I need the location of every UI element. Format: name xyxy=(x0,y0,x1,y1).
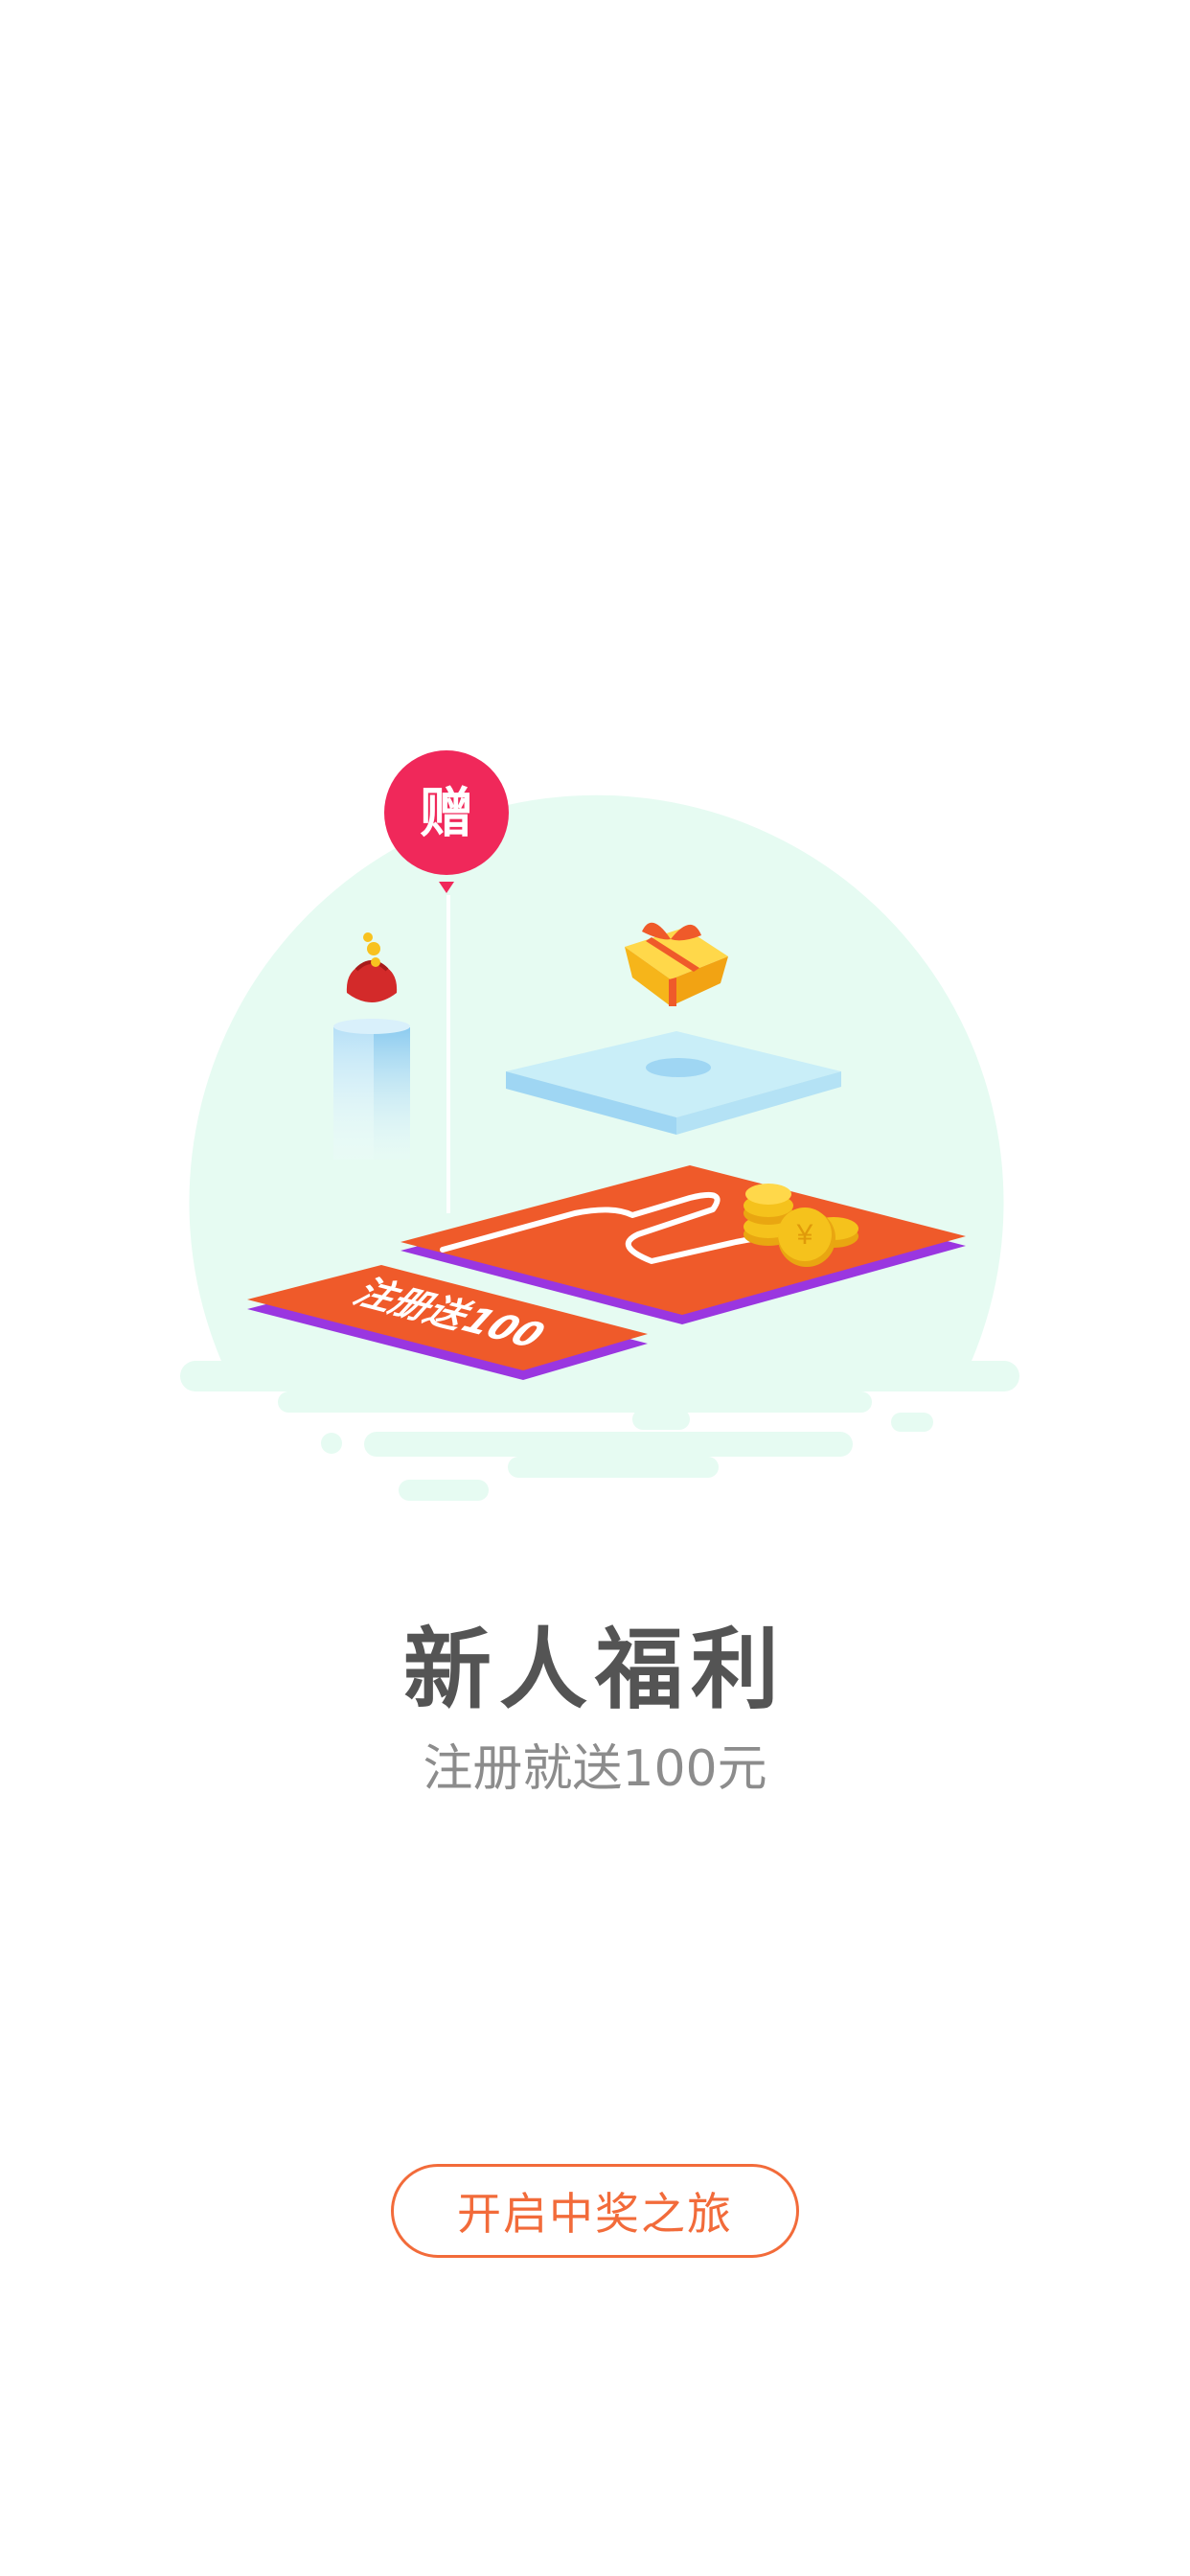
balloon-text: 赠 xyxy=(420,783,473,845)
page-title: 新人福利 xyxy=(402,1619,787,1721)
svg-text:¥: ¥ xyxy=(796,1219,813,1251)
background-circle xyxy=(180,794,1019,1501)
start-journey-label: 开启中奖之旅 xyxy=(457,2188,733,2240)
welcome-illustration: ¥ 注册送100 赠 xyxy=(180,750,1019,1501)
pillar xyxy=(333,1019,410,1160)
start-journey-button[interactable]: 开启中奖之旅 xyxy=(391,2164,799,2258)
page-subtitle: 注册就送100元 xyxy=(423,1740,767,1798)
